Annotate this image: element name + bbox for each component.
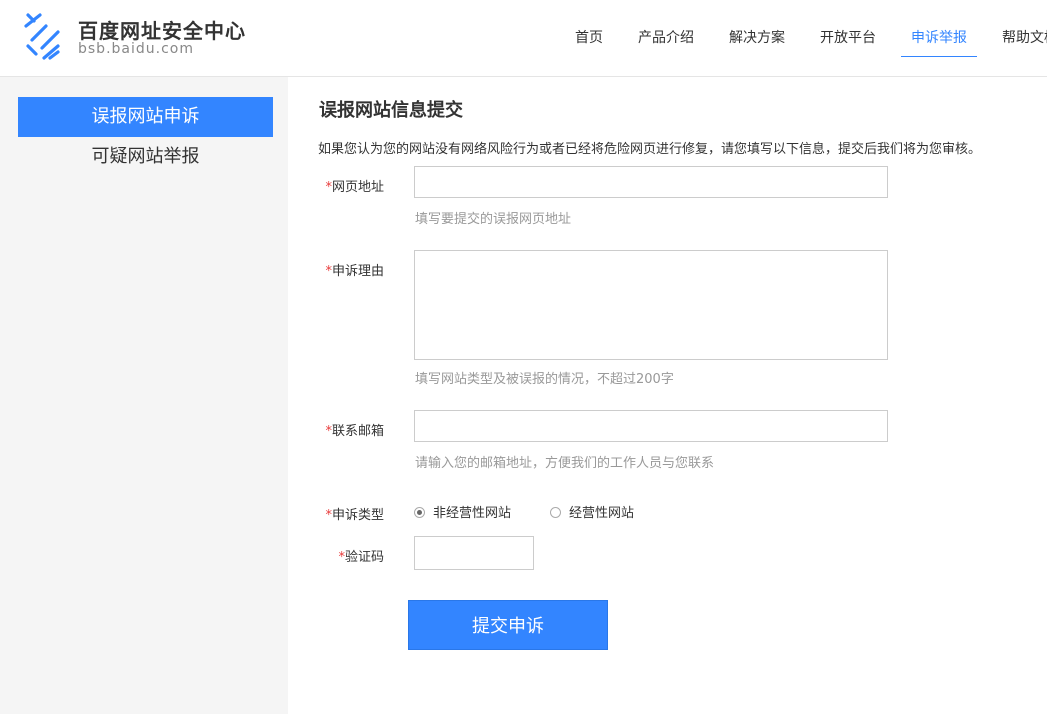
top-nav: 首页 产品介绍 解决方案 开放平台 申诉举报 帮助文档 xyxy=(0,0,1047,76)
sidebar-item-false-positive-appeal[interactable]: 误报网站申诉 xyxy=(18,97,273,137)
radio-unchecked-icon[interactable] xyxy=(550,507,561,518)
page-title: 误报网站信息提交 xyxy=(319,100,463,121)
nav-products[interactable]: 产品介绍 xyxy=(638,27,694,56)
radio-commercial[interactable]: 经营性网站 xyxy=(550,502,634,521)
url-hint: 填写要提交的误报网页地址 xyxy=(415,212,572,227)
sidebar-item-suspicious-report[interactable]: 可疑网站举报 xyxy=(18,137,273,177)
type-label: *申诉类型 xyxy=(325,508,384,523)
url-label: *网页地址 xyxy=(325,180,384,195)
url-input[interactable] xyxy=(414,166,888,198)
form-intro: 如果您认为您的网站没有网络风险行为或者已经将危险网页进行修复，请您填写以下信息，… xyxy=(318,142,982,157)
nav-appeal-report[interactable]: 申诉举报 xyxy=(901,27,977,57)
nav-home[interactable]: 首页 xyxy=(575,27,603,56)
site-header: 百度网址安全中心 bsb.baidu.com 首页 产品介绍 解决方案 开放平台… xyxy=(0,0,1047,77)
email-label: *联系邮箱 xyxy=(325,424,384,439)
sidebar: 误报网站申诉 可疑网站举报 xyxy=(0,77,288,714)
radio-non-commercial[interactable]: 非经营性网站 xyxy=(414,502,511,521)
reason-label: *申诉理由 xyxy=(325,264,384,279)
email-hint: 请输入您的邮箱地址，方便我们的工作人员与您联系 xyxy=(415,456,715,471)
submit-appeal-button[interactable]: 提交申诉 xyxy=(408,600,608,650)
captcha-label: *验证码 xyxy=(338,550,384,565)
radio-checked-icon[interactable] xyxy=(414,507,425,518)
nav-solutions[interactable]: 解决方案 xyxy=(729,27,785,56)
appeal-form: 误报网站信息提交 如果您认为您的网站没有网络风险行为或者已经将危险网页进行修复，… xyxy=(288,77,1047,714)
nav-help-docs[interactable]: 帮助文档 xyxy=(1002,27,1047,56)
reason-textarea[interactable] xyxy=(414,250,888,360)
email-input[interactable] xyxy=(414,410,888,442)
reason-hint: 填写网站类型及被误报的情况，不超过200字 xyxy=(415,372,674,387)
nav-open-platform[interactable]: 开放平台 xyxy=(820,27,876,56)
captcha-input[interactable] xyxy=(414,536,534,570)
